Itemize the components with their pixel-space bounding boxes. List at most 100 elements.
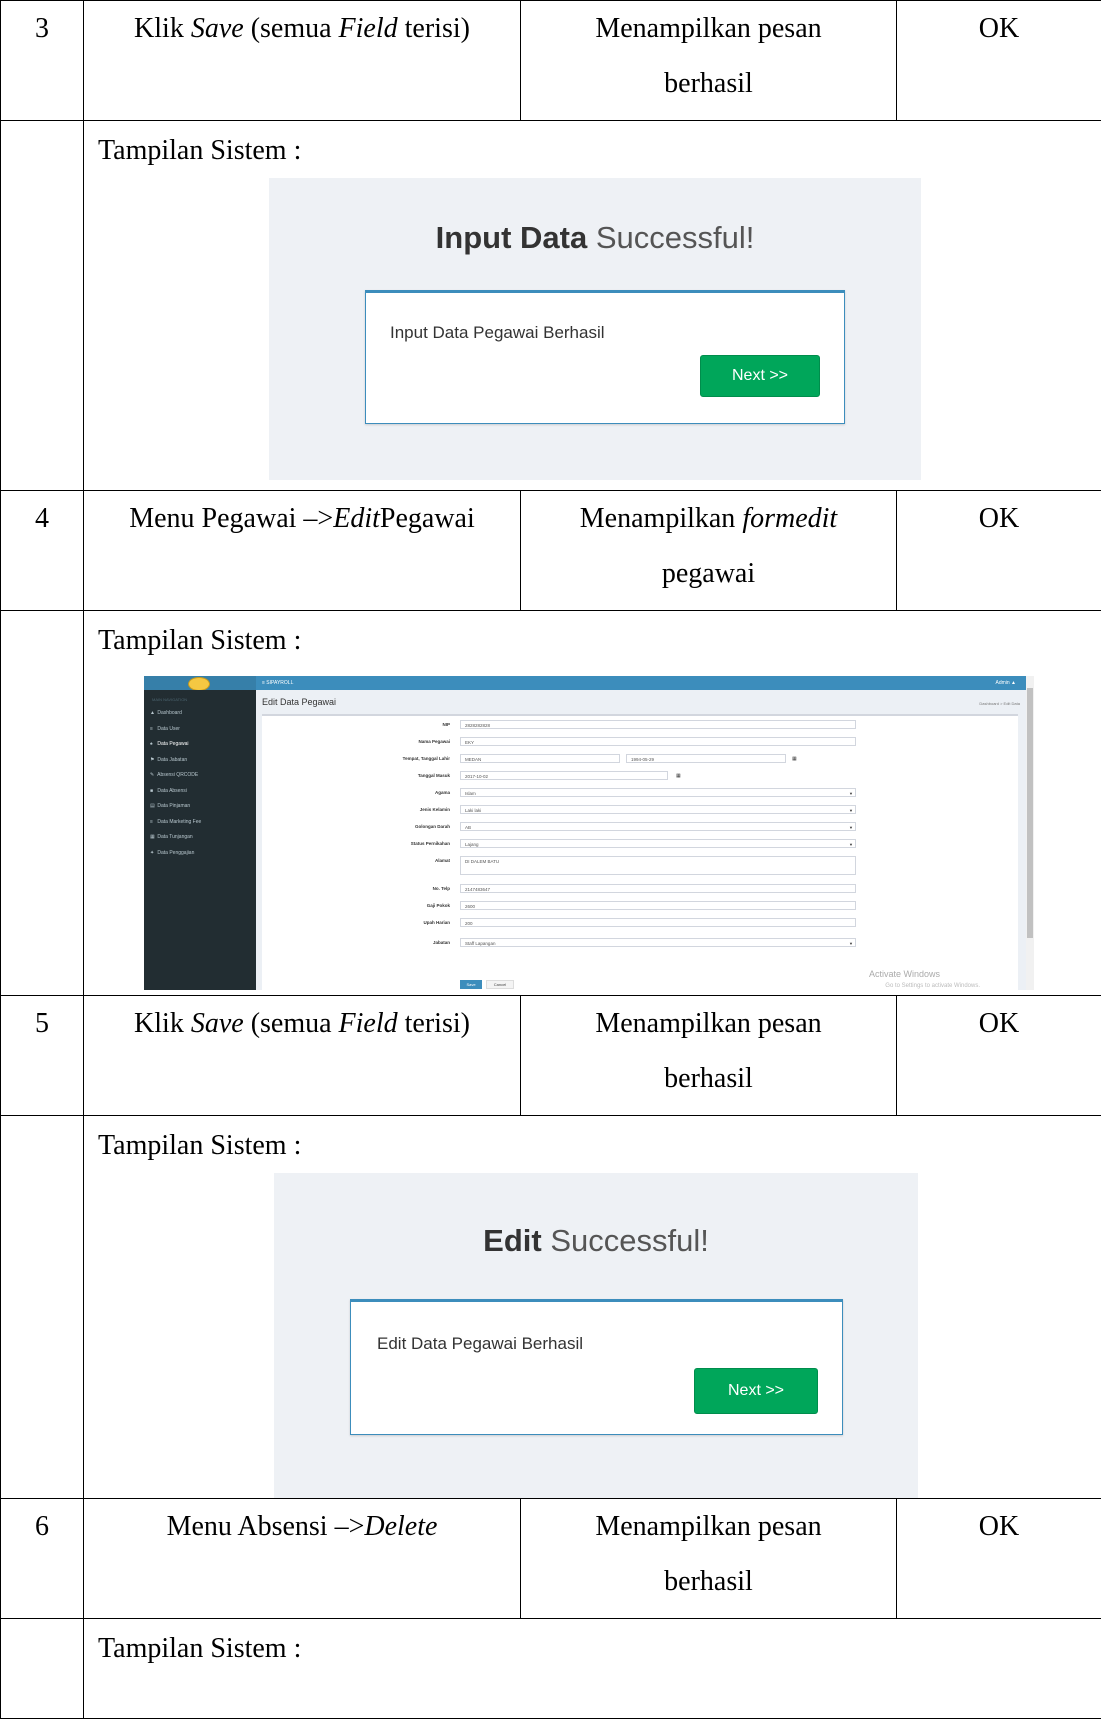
gaji-label: Gaji Pokok (427, 902, 450, 910)
success-screenshot: Input Data Successful! Input Data Pegawa… (269, 178, 921, 480)
app-brand[interactable]: ≡ SIPAYROLL (262, 679, 293, 687)
dashboard-icon: ▲ (150, 706, 156, 722)
form-row-ttl: Tempat, Tanggal Lahir MEDAN 1994-05-29 ▦ (262, 754, 1018, 765)
status-pernikahan-select[interactable]: Lajang▼ (460, 839, 856, 848)
screenshot-row-4: Tampilan Sistem : ≡ SIPAYROLL Admin ▲ MA… (1, 611, 1101, 996)
test-case-table: 3 Klik Save (semua Field terisi) Menampi… (0, 0, 1101, 1719)
tempat-field[interactable]: MEDAN (460, 754, 620, 763)
expected-cell: Menampilkan pesanberhasil (521, 1, 897, 121)
upah-harian-field[interactable]: 200 (460, 918, 856, 927)
expected-cell: Menampilkan pesanberhasil (521, 996, 897, 1116)
jenis-kelamin-select[interactable]: Laki laki▼ (460, 805, 856, 814)
screen-label: Tampilan Sistem : (84, 1116, 1101, 1173)
money-icon: ✦ (150, 846, 156, 862)
grid-icon: ▦ (150, 830, 156, 846)
users-icon: ♠ (150, 737, 156, 753)
golongan-darah-select[interactable]: AB▼ (460, 822, 856, 831)
sidebar-heading: MAIN NAVIGATION (144, 690, 256, 706)
chevron-down-icon: ▼ (849, 939, 853, 948)
next-button[interactable]: Next >> (694, 1368, 818, 1414)
step-cell: Menu Pegawai –>EditPegawai (84, 491, 521, 611)
windows-watermark: Activate Windows (869, 970, 940, 978)
calendar-icon[interactable]: ▦ (676, 772, 681, 780)
breadcrumb[interactable]: Dashboard > Edit Data (979, 700, 1020, 708)
result-cell: OK (897, 1, 1101, 121)
message-box: Input Data Pegawai Berhasil Next >> (365, 290, 845, 424)
alamat-label: Alamat (435, 857, 450, 865)
sidebar-item-data-pegawai[interactable]: ♠ Data Pegawai (144, 737, 256, 753)
expected-cell: Menampilkan pesanberhasil (521, 1499, 897, 1619)
sidebar-item-data-pinjaman[interactable]: ▤ Data Pinjaman (144, 799, 256, 815)
square-icon: ■ (150, 784, 156, 800)
result-cell: OK (897, 1499, 1101, 1619)
jk-label: Jenis Kelamin (420, 806, 450, 814)
sidebar-item-absensi-qrcode[interactable]: ✎ Absensi QRCODE (144, 768, 256, 784)
gaji-pokok-field[interactable]: 2600 (460, 901, 856, 910)
success-screenshot: Edit Successful! Edit Data Pegawai Berha… (274, 1173, 918, 1498)
card-icon: ▤ (150, 799, 156, 815)
sidebar-item-data-tunjangan[interactable]: ▦ Data Tunjangan (144, 830, 256, 846)
alamat-textarea[interactable]: DI DALEM BATU (460, 856, 856, 875)
calendar-icon[interactable]: ▦ (792, 755, 797, 763)
form-row-status: Status Pernikahan Lajang▼ (262, 839, 1018, 850)
pencil-icon: ✎ (150, 768, 156, 784)
form-row-gaji: Gaji Pokok 2600 (262, 901, 1018, 912)
screenshot-row-3: Tampilan Sistem : Input Data Successful!… (1, 121, 1101, 491)
ttl-label: Tempat, Tanggal Lahir (403, 755, 450, 763)
nip-field[interactable]: 2828282828 (460, 720, 856, 729)
next-button[interactable]: Next >> (700, 355, 820, 397)
app-sidebar: MAIN NAVIGATION ▲ Dashboard ≡ Data User … (144, 690, 256, 990)
sidebar-item-data-penggajian[interactable]: ✦ Data Penggajian (144, 846, 256, 862)
form-row-telp: No. Telp 2147483647 (262, 884, 1018, 895)
app-main: Edit Data Pegawai Dashboard > Edit Data … (256, 690, 1026, 990)
form-row-nama: Nama Pegawai EKY (262, 737, 1018, 748)
sidebar-item-data-marketing-fee[interactable]: ≡ Data Marketing Fee (144, 815, 256, 831)
agama-label: Agama (435, 789, 450, 797)
result-cell: OK (897, 996, 1101, 1116)
sidebar-item-data-user[interactable]: ≡ Data User (144, 722, 256, 738)
screen-label: Tampilan Sistem : (84, 1619, 1101, 1676)
form-row-jk: Jenis Kelamin Laki laki▼ (262, 805, 1018, 816)
masuk-label: Tanggal Masuk (418, 772, 450, 780)
edit-pegawai-screenshot: ≡ SIPAYROLL Admin ▲ MAIN NAVIGATION ▲ Da… (144, 676, 1034, 990)
sidebar-item-data-absensi[interactable]: ■ Data Absensi (144, 784, 256, 800)
jabatan-label: Jabatan (433, 939, 450, 947)
row-number: 4 (1, 491, 84, 611)
nama-field[interactable]: EKY (460, 737, 856, 746)
scrollbar[interactable] (1026, 676, 1034, 990)
expected-cell: Menampilkan formeditpegawai (521, 491, 897, 611)
form-row-upah: Upah Harian 200 (262, 918, 1018, 929)
chevron-down-icon: ▼ (849, 806, 853, 815)
empty-cell (1, 1619, 84, 1719)
message-box: Edit Data Pegawai Berhasil Next >> (350, 1299, 843, 1435)
screen-label: Tampilan Sistem : (84, 121, 1101, 178)
empty-cell (1, 611, 84, 996)
jabatan-select[interactable]: Staff Lapangan▼ (460, 938, 856, 947)
sidebar-menu: ▲ Dashboard ≡ Data User ♠ Data Pegawai ⚑… (144, 706, 256, 861)
tanggal-lahir-field[interactable]: 1994-05-29 (626, 754, 786, 763)
test-row-4: 4 Menu Pegawai –>EditPegawai Menampilkan… (1, 491, 1101, 611)
form-row-masuk: Tanggal Masuk 2017-10-02 ▦ (262, 771, 1018, 782)
screenshot-cell: Tampilan Sistem : (84, 1619, 1101, 1719)
save-button[interactable]: Save (460, 980, 482, 989)
sidebar-item-data-jabatan[interactable]: ⚑ Data Jabatan (144, 753, 256, 769)
cancel-button[interactable]: Cancel (486, 980, 514, 989)
result-cell: OK (897, 491, 1101, 611)
agama-select[interactable]: Islam▼ (460, 788, 856, 797)
sidebar-item-dashboard[interactable]: ▲ Dashboard (144, 706, 256, 722)
test-row-6: 6 Menu Absensi –>Delete Menampilkan pesa… (1, 1499, 1101, 1619)
windows-watermark-sub: Go to Settings to activate Windows. (885, 982, 980, 990)
tanggal-masuk-field[interactable]: 2017-10-02 (460, 771, 668, 780)
screenshot-row-6: Tampilan Sistem : (1, 1619, 1101, 1719)
telp-field[interactable]: 2147483647 (460, 884, 856, 893)
success-message: Edit Data Pegawai Berhasil (377, 1334, 583, 1354)
logo-emblem-icon (188, 677, 210, 691)
upah-label: Upah Harian (423, 919, 450, 927)
form-row-alamat: Alamat DI DALEM BATU (262, 856, 1018, 876)
empty-cell (1, 121, 84, 491)
chevron-down-icon: ▼ (849, 840, 853, 849)
scrollbar-thumb[interactable] (1027, 688, 1033, 938)
row-number: 5 (1, 996, 84, 1116)
admin-menu[interactable]: Admin ▲ (995, 679, 1016, 687)
app-logo (144, 676, 256, 690)
